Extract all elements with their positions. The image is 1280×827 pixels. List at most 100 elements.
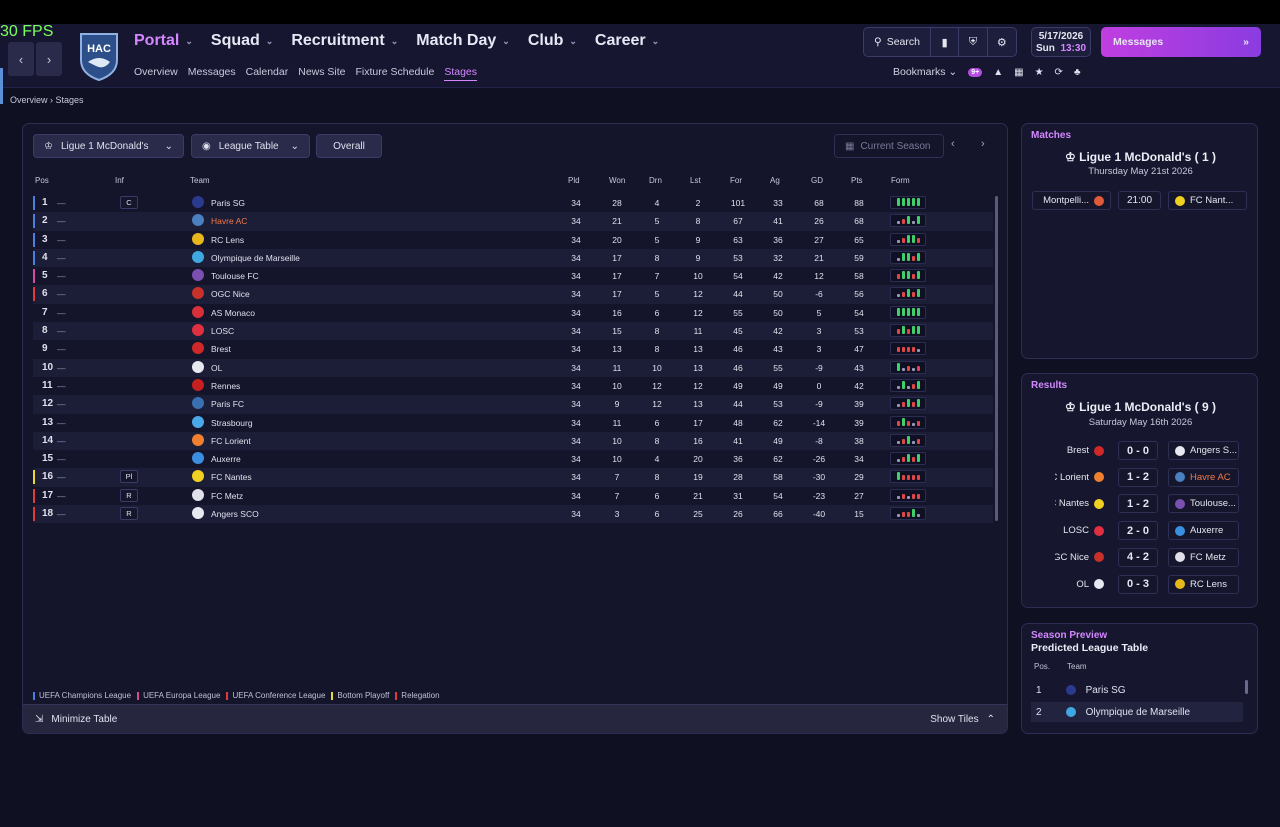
result-score[interactable]: 4 - 2 [1118,547,1158,567]
nav-match-day[interactable]: Match Day ⌄ [416,32,510,50]
next-season-icon[interactable]: › [981,138,985,150]
shirt-icon[interactable]: ▲ [993,67,1003,78]
form-guide[interactable] [890,397,926,411]
nav-club[interactable]: Club ⌄ [528,32,577,50]
header-ag[interactable]: Ag [770,176,780,185]
header-drn[interactable]: Drn [649,176,662,185]
table-row[interactable]: 10— OL 34 11 10 13 46 55 -9 43 [33,358,993,377]
nav-portal[interactable]: Portal ⌄ [134,32,193,50]
row-team[interactable]: FC Nantes [211,472,252,482]
result-away[interactable]: Auxerre [1168,521,1239,541]
header-pld[interactable]: Pld [568,176,580,185]
result-away[interactable]: Toulouse... [1168,494,1239,514]
header-lst[interactable]: Lst [690,176,701,185]
header-pos[interactable]: Pos [35,176,49,185]
preview-row[interactable]: 1 Paris SG [1031,680,1243,700]
form-guide[interactable] [890,507,926,521]
row-team[interactable]: Toulouse FC [211,271,259,281]
subnav-news-site[interactable]: News Site [298,66,345,81]
table-row[interactable]: 2 — Havre AC 34 21 5 8 67 41 26 68 [33,212,993,231]
header-inf[interactable]: Inf [115,176,124,185]
form-guide[interactable] [890,214,926,228]
nav-squad[interactable]: Squad ⌄ [211,32,273,50]
bookmarks-dropdown[interactable]: Bookmarks ⌄ [893,66,957,78]
clipboard-icon[interactable]: ▦ [1014,67,1023,78]
messages-button[interactable]: Messages » [1101,27,1261,57]
result-away[interactable]: Havre AC [1168,467,1239,487]
form-guide[interactable] [890,269,926,283]
result-score[interactable]: 2 - 0 [1118,521,1158,541]
result-home[interactable]: FC Lorient [1055,468,1110,487]
forward-arrow-icon[interactable]: › [36,42,62,76]
result-home[interactable]: OL [1055,575,1110,594]
table-row[interactable]: 5 — Toulouse FC 34 17 7 10 54 42 12 58 [33,267,993,285]
show-tiles-button[interactable]: Show Tiles ⌃ [930,714,995,725]
form-guide[interactable] [890,378,926,392]
table-row[interactable]: 18— R Angers SCO 34 3 6 25 26 66 -40 15 [33,505,993,524]
form-guide[interactable] [890,305,926,319]
search-button[interactable]: ⚲ Search [864,28,931,56]
season-selector[interactable]: ▦ Current Season [834,134,944,158]
result-home[interactable]: OGC Nice [1055,548,1110,567]
result-home[interactable]: Brest [1055,441,1110,460]
preview-scrollbar[interactable] [1245,680,1248,694]
table-row[interactable]: 12— Paris FC 34 9 12 13 44 53 -9 39 [33,395,993,414]
table-row[interactable]: 8 — LOSC 34 15 8 11 45 42 3 53 [33,322,993,341]
view-dropdown[interactable]: ◉ League Table ⌄ [191,134,310,158]
row-team[interactable]: Havre AC [211,216,247,226]
result-score[interactable]: 0 - 3 [1118,574,1158,594]
fixture-away[interactable]: FC Nant... [1168,191,1247,210]
settings-button[interactable]: ⚙ [988,28,1016,56]
back-arrow-icon[interactable]: ‹ [8,42,34,76]
row-team[interactable]: RC Lens [211,235,244,245]
table-row[interactable]: 1 — C Paris SG 34 28 4 2 101 33 68 88 [33,194,993,212]
row-team[interactable]: FC Lorient [211,436,251,446]
header-won[interactable]: Won [609,176,625,185]
form-guide[interactable] [890,433,926,447]
form-guide[interactable] [890,250,926,264]
result-away[interactable]: Angers S... [1168,441,1239,460]
form-guide[interactable] [890,415,926,429]
form-guide[interactable] [890,488,926,502]
subnav-fixture-schedule[interactable]: Fixture Schedule [356,66,435,81]
table-row[interactable]: 9 — Brest 34 13 8 13 46 43 3 47 [33,340,993,358]
header-team[interactable]: Team [190,176,210,185]
season-preview-card[interactable]: Season Preview Predicted League Table Po… [1021,623,1258,734]
date-box[interactable]: 5/17/2026 Sun 13:30 [1031,27,1091,57]
table-row[interactable]: 7 — AS Monaco 34 16 6 12 55 50 5 54 [33,304,993,322]
header-for[interactable]: For [730,176,742,185]
club-crest-logo[interactable]: HAC [78,30,120,82]
result-away[interactable]: RC Lens [1168,574,1239,594]
form-guide[interactable] [890,360,926,374]
header-form[interactable]: Form [891,176,910,185]
result-away[interactable]: FC Metz [1168,547,1239,567]
subnav-messages[interactable]: Messages [188,66,236,81]
table-row[interactable]: 16— Pl FC Nantes 34 7 8 19 28 58 -30 29 [33,468,993,487]
bookmark-button[interactable]: ▮ [931,28,960,56]
tactics-icon[interactable]: ★ [1035,67,1044,78]
breadcrumb-root[interactable]: Overview [10,95,48,105]
notifications-badge[interactable]: 9+ [968,67,983,77]
result-home[interactable]: FC Nantes [1055,494,1110,513]
competition-dropdown[interactable]: ♔ Ligue 1 McDonald's ⌄ [33,134,184,158]
row-team[interactable]: AS Monaco [211,308,255,318]
result-score[interactable]: 1 - 2 [1118,494,1158,514]
result-score[interactable]: 0 - 0 [1118,441,1158,460]
nav-career[interactable]: Career ⌄ [595,32,659,50]
overall-button[interactable]: Overall [316,134,382,158]
row-team[interactable]: OGC Nice [211,289,250,299]
table-row[interactable]: 6 — OGC Nice 34 17 5 12 44 50 -6 56 [33,285,993,304]
row-team[interactable]: Brest [211,344,231,354]
table-row[interactable]: 4 — Olympique de Marseille 34 17 8 9 53 32 21 59 [33,248,993,268]
form-guide[interactable] [890,287,926,301]
table-scrollbar[interactable] [995,196,998,521]
row-team[interactable]: Olympique de Marseille [211,253,300,263]
header-gd[interactable]: GD [811,176,823,185]
subnav-calendar[interactable]: Calendar [246,66,289,81]
club-button[interactable]: ⛨ [959,28,988,56]
form-guide[interactable] [890,342,926,356]
row-team[interactable]: Strasbourg [211,418,253,428]
minimize-table-button[interactable]: ⇲ Minimize Table [35,714,117,725]
table-row[interactable]: 11 — Rennes 34 10 12 12 49 49 0 42 [33,377,993,395]
previous-season-icon[interactable]: ‹ [951,138,955,150]
